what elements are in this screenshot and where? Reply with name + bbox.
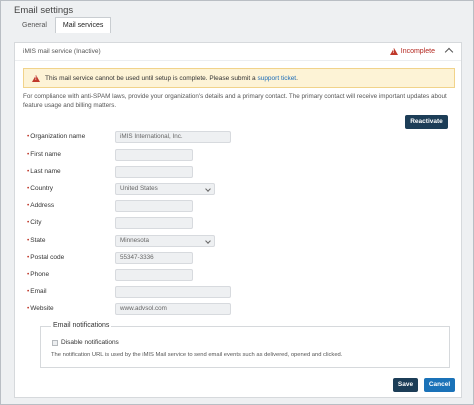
field-email: •Email	[27, 286, 447, 298]
save-button[interactable]: Save	[393, 378, 418, 392]
notifications-legend: Email notifications	[51, 322, 112, 329]
phone-input[interactable]	[115, 269, 193, 281]
collapse-chevron-icon[interactable]	[444, 47, 454, 57]
disable-notifications-checkbox[interactable]	[52, 339, 58, 346]
cancel-button[interactable]: Cancel	[424, 378, 455, 392]
first-name-input[interactable]	[115, 149, 193, 161]
tab-general[interactable]: General	[14, 17, 55, 33]
field-last-name: •Last name	[27, 166, 447, 178]
field-first-name: •First name	[27, 149, 447, 161]
field-organization-name: •Organization name iMIS International, I…	[27, 131, 447, 143]
postal-code-input[interactable]: 55347-3336	[115, 252, 193, 264]
field-website: •Website www.advsol.com	[27, 303, 447, 315]
alert-text: This mail service cannot be used until s…	[45, 74, 298, 82]
field-address: •Address	[27, 200, 447, 212]
address-input[interactable]	[115, 200, 193, 212]
country-select[interactable]: United States	[115, 183, 215, 195]
field-label: •Phone	[27, 271, 50, 278]
email-settings-window: Email settings General Mail services iMI…	[0, 0, 474, 405]
disable-notifications-label[interactable]: Disable notifications	[61, 339, 119, 346]
field-country: •Country United States	[27, 183, 447, 195]
field-phone: •Phone	[27, 269, 447, 281]
panel-header[interactable]: iMIS mail service (Inactive) Incomplete	[15, 43, 461, 61]
field-label: •Last name	[27, 168, 61, 175]
city-input[interactable]	[115, 217, 193, 229]
field-label: •City	[27, 219, 42, 226]
field-label: •Address	[27, 202, 55, 209]
tab-bar: General Mail services	[14, 17, 112, 33]
email-notifications-group: Email notifications Disable notification…	[40, 322, 450, 368]
warning-icon	[389, 48, 398, 55]
status-text: Incomplete	[400, 48, 435, 55]
email-input[interactable]	[115, 286, 231, 298]
field-label: •Website	[27, 305, 54, 312]
field-label: •Postal code	[27, 254, 65, 261]
field-label: •Email	[27, 288, 47, 295]
support-ticket-link[interactable]: support ticket	[257, 75, 296, 82]
field-label: •State	[27, 237, 46, 244]
reactivate-button[interactable]: Reactivate	[405, 115, 448, 129]
field-label: •Organization name	[27, 133, 86, 140]
state-select[interactable]: Minnesota	[115, 235, 215, 247]
organization-name-input[interactable]: iMIS International, Inc.	[115, 131, 231, 143]
warning-icon	[32, 74, 40, 82]
field-city: •City	[27, 217, 447, 229]
panel-title: iMIS mail service (Inactive)	[23, 48, 101, 55]
website-input[interactable]: www.advsol.com	[115, 303, 231, 315]
page-title: Email settings	[14, 5, 74, 16]
tab-mail-services[interactable]: Mail services	[54, 17, 112, 33]
notification-help-text: The notification URL is used by the iMIS…	[51, 352, 343, 358]
status-badge: Incomplete	[389, 48, 435, 55]
field-label: •First name	[27, 151, 61, 158]
disable-notifications-row: Disable notifications	[52, 339, 119, 346]
setup-warning-alert: This mail service cannot be used until s…	[23, 68, 455, 88]
mail-service-panel: iMIS mail service (Inactive) Incomplete …	[14, 42, 462, 398]
last-name-input[interactable]	[115, 166, 193, 178]
intro-text: For compliance with anti-SPAM laws, prov…	[23, 93, 447, 109]
field-state: •State Minnesota	[27, 235, 447, 247]
field-postal-code: •Postal code 55347-3336	[27, 252, 447, 264]
field-label: •Country	[27, 185, 54, 192]
